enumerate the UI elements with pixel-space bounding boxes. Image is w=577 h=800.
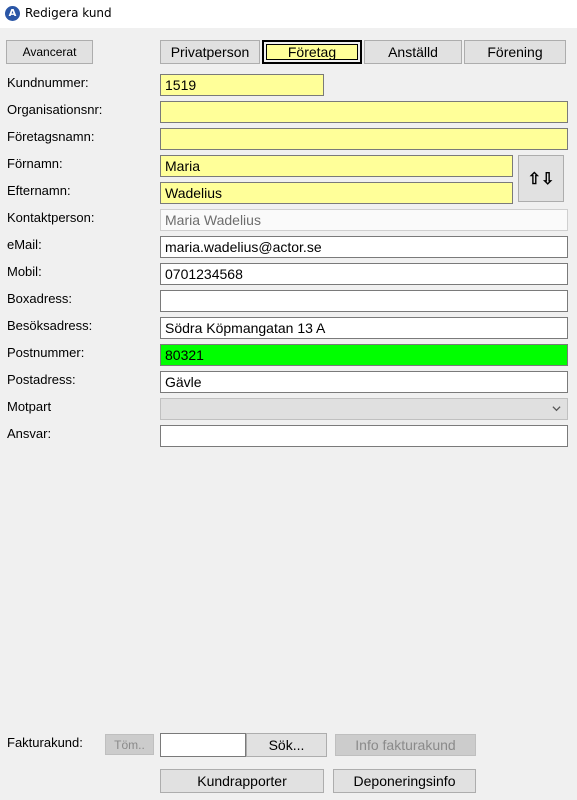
search-invoice-customer-button[interactable]: Sök... (246, 733, 327, 757)
company-name-field[interactable] (160, 128, 568, 150)
tab-anstalld[interactable]: Anställd (364, 40, 462, 64)
responsible-label: Ansvar: (7, 426, 52, 441)
counterpart-label: Motpart (7, 399, 52, 414)
mobile-label: Mobil: (7, 264, 42, 279)
invoice-customer-info-button[interactable]: Info fakturakund (335, 734, 476, 756)
company-name-label: Företagsnamn: (7, 129, 95, 144)
clear-invoice-customer-button[interactable]: Töm.. (105, 734, 154, 755)
org-number-label: Organisationsnr: (7, 102, 103, 117)
tab-forening[interactable]: Förening (464, 40, 566, 64)
contact-person-label: Kontaktperson: (7, 210, 95, 225)
invoice-customer-field[interactable] (160, 733, 246, 757)
customer-number-field[interactable]: 1519 (160, 74, 324, 96)
advanced-button[interactable]: Avancerat (6, 40, 93, 64)
tab-privatperson[interactable]: Privatperson (160, 40, 260, 64)
app-logo-icon: A (5, 6, 20, 21)
title-bar: A Redigera kund (0, 0, 577, 28)
first-name-label: Förnamn: (7, 156, 63, 171)
postal-address-label: Postadress: (7, 372, 76, 387)
visit-address-field[interactable]: Södra Köpmangatan 13 A (160, 317, 568, 339)
postal-code-label: Postnummer: (7, 345, 85, 360)
last-name-field[interactable]: Wadelius (160, 182, 513, 204)
invoice-customer-label: Fakturakund: (7, 735, 83, 750)
box-address-label: Boxadress: (7, 291, 73, 306)
last-name-label: Efternamn: (7, 183, 71, 198)
responsible-field[interactable] (160, 425, 568, 447)
mobile-field[interactable]: 0701234568 (160, 263, 568, 285)
email-field[interactable]: maria.wadelius@actor.se (160, 236, 568, 258)
postal-address-field[interactable]: Gävle (160, 371, 568, 393)
counterpart-select[interactable] (160, 398, 568, 420)
first-name-field[interactable]: Maria (160, 155, 513, 177)
swap-names-button[interactable]: ⇧⇩ (518, 155, 564, 202)
customer-reports-button[interactable]: Kundrapporter (160, 769, 324, 793)
box-address-field[interactable] (160, 290, 568, 312)
visit-address-label: Besöksadress: (7, 318, 93, 333)
contact-person-field: Maria Wadelius (160, 209, 568, 231)
chevron-down-icon (552, 406, 561, 412)
deposit-info-button[interactable]: Deponeringsinfo (333, 769, 476, 793)
org-number-field[interactable] (160, 101, 568, 123)
window-title: Redigera kund (25, 6, 112, 20)
email-label: eMail: (7, 237, 42, 252)
postal-code-field[interactable]: 80321 (160, 344, 568, 366)
tab-foretag[interactable]: Företag (262, 40, 362, 64)
customer-number-label: Kundnummer: (7, 75, 89, 90)
